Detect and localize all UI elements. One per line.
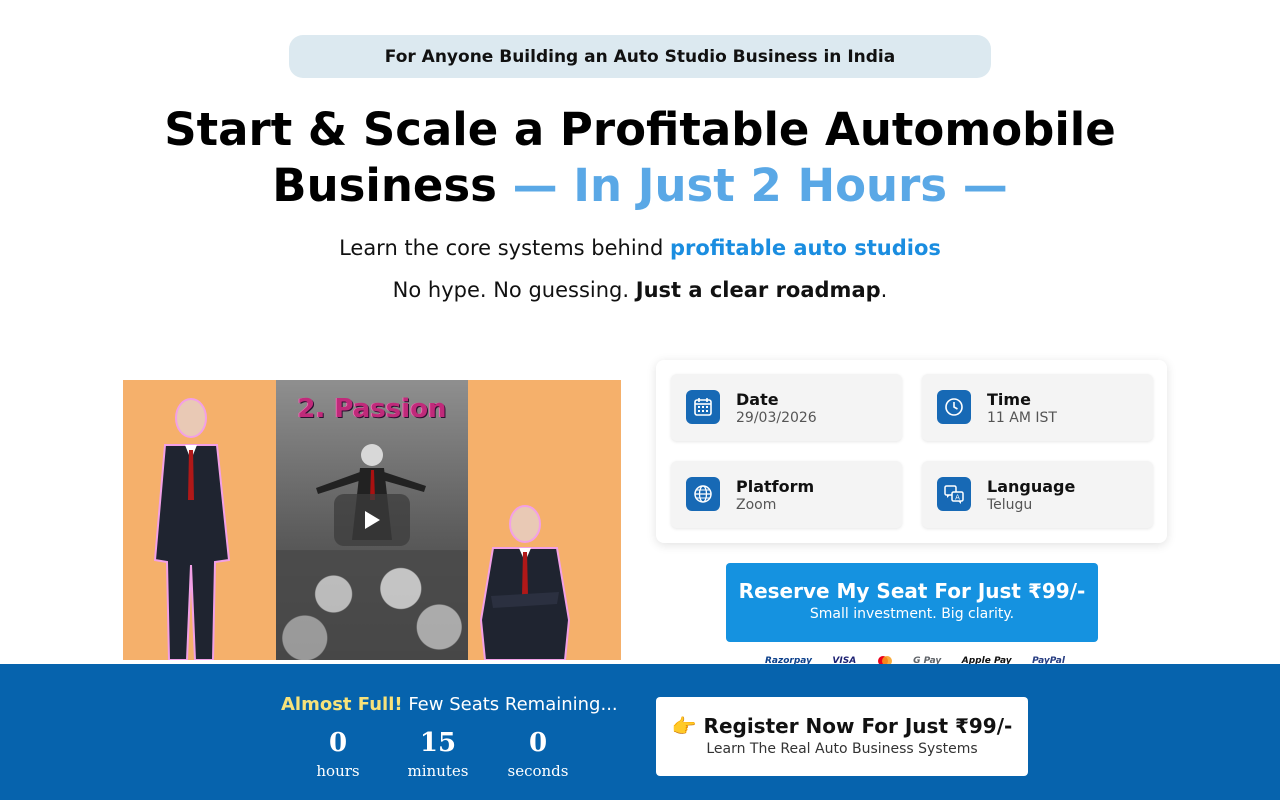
video-crowd	[276, 550, 468, 660]
play-icon	[365, 511, 380, 529]
sticky-bottom-bar: Almost Full! Few Seats Remaining... 0 ho…	[0, 664, 1280, 800]
globe-icon	[686, 477, 720, 511]
reserve-seat-label: Reserve My Seat For Just ₹99/-	[738, 579, 1086, 603]
headline-line-2: Business — In Just 2 Hours —	[0, 158, 1280, 214]
seats-remaining-text: Few Seats Remaining...	[408, 694, 618, 715]
register-now-button[interactable]: 👉 Register Now For Just ₹99/- Learn The …	[656, 697, 1028, 776]
detail-date: Date 29/03/2026	[671, 374, 902, 441]
clock-icon	[937, 390, 971, 424]
countdown-hours-label: hours	[316, 762, 360, 780]
countdown-minutes-value: 15	[419, 728, 457, 758]
calendar-icon	[686, 390, 720, 424]
detail-platform-label: Platform	[736, 477, 815, 496]
detail-language: A Language Telugu	[922, 461, 1153, 528]
reserve-seat-sublabel: Small investment. Big clarity.	[809, 606, 1015, 622]
countdown-minutes-label: minutes	[407, 762, 469, 780]
countdown-seconds-value: 0	[528, 728, 548, 758]
detail-time-label: Time	[987, 390, 1031, 409]
detail-date-value: 29/03/2026	[736, 410, 817, 426]
subtitle-1-highlight: profitable auto studios	[670, 236, 941, 260]
subtitle-1: Learn the core systems behind profitable…	[0, 236, 1280, 260]
countdown-seconds-label: seconds	[507, 762, 569, 780]
detail-time-value: 11 AM IST	[987, 410, 1057, 426]
detail-platform-value: Zoom	[736, 497, 777, 513]
headline-accent: — In Just 2 Hours —	[512, 159, 1008, 212]
video-caption: 2. Passion	[297, 394, 447, 424]
person-left-figure	[153, 398, 231, 660]
video-play-button[interactable]	[334, 494, 410, 546]
video-thumbnail[interactable]: 2. Passion	[123, 380, 621, 660]
detail-language-label: Language	[987, 477, 1076, 496]
subtitle-2-bold: Just a clear roadmap	[635, 278, 881, 302]
webinar-details-card: Date 29/03/2026 Time 11 AM IST Platform …	[656, 360, 1167, 543]
almost-full-highlight: Almost Full!	[281, 694, 403, 715]
register-now-label: 👉 Register Now For Just ₹99/-	[671, 714, 1013, 738]
subtitle-2: No hype. No guessing. Just a clear roadm…	[0, 278, 1280, 302]
headline-line-1: Start & Scale a Profitable Automobile	[164, 103, 1116, 156]
person-right-figure	[479, 505, 571, 660]
reserve-seat-button[interactable]: Reserve My Seat For Just ₹99/- Small inv…	[726, 563, 1098, 642]
audience-badge: For Anyone Building an Auto Studio Busin…	[289, 35, 991, 78]
seats-remaining-notice: Almost Full! Few Seats Remaining...	[281, 694, 618, 715]
countdown-hours-value: 0	[328, 728, 348, 758]
translate-icon: A	[937, 477, 971, 511]
detail-language-value: Telugu	[987, 497, 1033, 513]
detail-date-label: Date	[736, 390, 779, 409]
register-now-sublabel: Learn The Real Auto Business Systems	[706, 741, 978, 757]
detail-platform: Platform Zoom	[671, 461, 902, 528]
svg-text:A: A	[955, 494, 960, 502]
page-headline: Start & Scale a Profitable Automobile Bu…	[0, 102, 1280, 214]
subtitle-1-text: Learn the core systems behind	[339, 236, 664, 260]
subtitle-2-end: .	[880, 278, 888, 302]
subtitle-2-text: No hype. No guessing.	[392, 278, 630, 302]
headline-word: Business	[272, 159, 497, 212]
detail-time: Time 11 AM IST	[922, 374, 1153, 441]
